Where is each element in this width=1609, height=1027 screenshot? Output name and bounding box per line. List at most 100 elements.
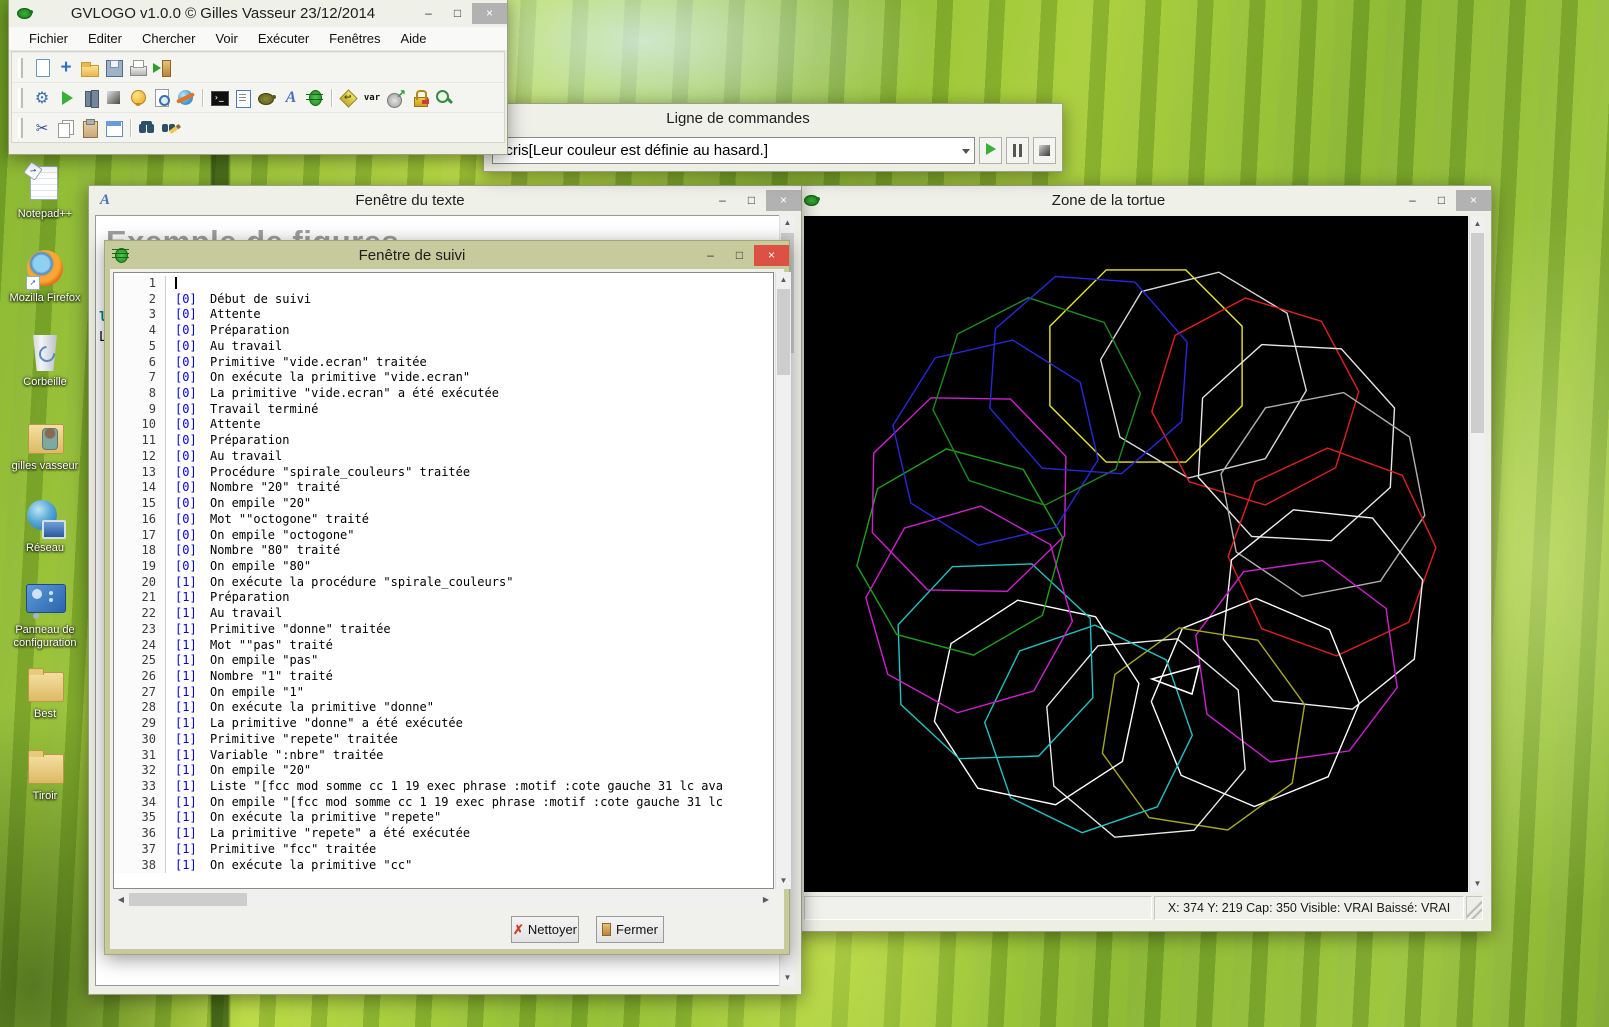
pause-command-button[interactable]: [1006, 137, 1029, 164]
menu-aide[interactable]: Aide: [390, 28, 436, 49]
var-icon[interactable]: [362, 88, 382, 108]
turtle-drawing-canvas[interactable]: [804, 216, 1468, 892]
command-input[interactable]: écris[Leur couleur est définie au hasard…: [493, 138, 974, 163]
fermer-button[interactable]: Fermer: [596, 916, 664, 943]
firefox-icon: [24, 248, 66, 290]
export-icon[interactable]: [386, 88, 406, 108]
menu-executer[interactable]: Exécuter: [248, 28, 319, 49]
stop-command-button[interactable]: [1033, 137, 1056, 164]
alarm-icon[interactable]: [128, 88, 148, 108]
menu-fichier[interactable]: Fichier: [19, 28, 78, 49]
scroll-down-icon[interactable]: ▼: [780, 970, 795, 986]
find-edit-icon[interactable]: [161, 118, 181, 138]
suivi-titlebar[interactable]: Fenêtre de suivi – □ ×: [105, 241, 789, 269]
console-icon[interactable]: [209, 88, 229, 108]
scroll-thumb[interactable]: [129, 893, 247, 906]
desktop-icon-panneau[interactable]: Panneau de configuration: [4, 580, 86, 650]
suivi-vscrollbar[interactable]: ▲ ▼: [775, 272, 791, 889]
desktop-icon-best[interactable]: Best: [4, 664, 86, 721]
lock-icon[interactable]: [410, 88, 430, 108]
toolbar-grip[interactable]: [18, 88, 23, 108]
desktop-icon-notepadpp[interactable]: Notepad++: [4, 164, 86, 221]
resize-grip[interactable]: [1466, 896, 1483, 920]
copy-icon[interactable]: [56, 118, 76, 138]
open-icon[interactable]: [80, 58, 100, 78]
maximize-button[interactable]: □: [443, 3, 472, 24]
close-button[interactable]: ×: [754, 245, 789, 266]
desktop-icon-firefox[interactable]: Mozilla Firefox: [4, 248, 86, 305]
tortue-vscrollbar[interactable]: ▲ ▼: [1469, 216, 1485, 892]
texte-titlebar[interactable]: Fenêtre du texte – □ ×: [89, 186, 801, 214]
scroll-down-icon[interactable]: ▼: [1470, 876, 1485, 892]
web-icon[interactable]: [176, 88, 196, 108]
trace-console[interactable]: 12[0]Début de suivi3[0]Attente4[0]Prépar…: [113, 272, 774, 889]
toolbar-grip[interactable]: [18, 118, 23, 138]
paste-icon[interactable]: [80, 118, 100, 138]
scroll-left-icon[interactable]: ◀: [113, 895, 129, 904]
command-combobox[interactable]: écris[Leur couleur est définie au hasard…: [492, 137, 975, 164]
nettoyer-button[interactable]: ✗Nettoyer: [511, 916, 579, 943]
menu-voir[interactable]: Voir: [205, 28, 247, 49]
run-icon[interactable]: [56, 88, 76, 108]
desktop-icon-gilles-vasseur[interactable]: gilles vasseur: [4, 416, 86, 473]
desktop-icon-reseau[interactable]: Réseau: [4, 498, 86, 555]
maximize-button[interactable]: □: [725, 245, 754, 266]
commandline-titlebar[interactable]: Ligne de commandes: [484, 104, 1062, 132]
preview-icon[interactable]: [152, 88, 172, 108]
close-button[interactable]: ×: [1456, 190, 1491, 211]
minimize-button[interactable]: –: [414, 3, 443, 24]
print-icon[interactable]: [128, 58, 148, 78]
run-command-button[interactable]: [979, 137, 1002, 164]
trace-line: 16[0]Mot ""octogone" traité: [114, 512, 773, 528]
minimize-button[interactable]: –: [1398, 190, 1427, 211]
maximize-button[interactable]: □: [737, 190, 766, 211]
scroll-thumb[interactable]: [1471, 233, 1484, 433]
desktop-icon-tiroir[interactable]: Tiroir: [4, 746, 86, 803]
scroll-down-icon[interactable]: ▼: [776, 873, 791, 889]
flow-icon[interactable]: [338, 88, 358, 108]
turtle-icon[interactable]: [257, 88, 277, 108]
toolbar-execution: [12, 82, 504, 112]
desktop-icon-label: Tiroir: [4, 790, 86, 803]
font-icon[interactable]: [281, 88, 301, 108]
menu-editer[interactable]: Editer: [78, 28, 132, 49]
trace-line: 27[1]On empile "1": [114, 685, 773, 701]
scroll-up-icon[interactable]: ▲: [776, 272, 791, 288]
cut-icon[interactable]: [32, 118, 52, 138]
scroll-right-icon[interactable]: ▶: [758, 895, 774, 904]
scroll-up-icon[interactable]: ▲: [1470, 216, 1485, 232]
trace-line: 29[1]La primitive "donne" a été exécutée: [114, 716, 773, 732]
debug-icon[interactable]: [305, 88, 325, 108]
trace-line: 28[1]On exécute la primitive "donne": [114, 700, 773, 716]
select-icon[interactable]: [104, 118, 124, 138]
minimize-button[interactable]: –: [696, 245, 725, 266]
chevron-down-icon[interactable]: [962, 149, 970, 158]
menu-chercher[interactable]: Chercher: [132, 28, 205, 49]
gvlogo-app-icon: [16, 4, 34, 22]
exit-icon[interactable]: [152, 58, 172, 78]
editor-icon[interactable]: [233, 88, 253, 108]
desktop-icon-label: Notepad++: [4, 208, 86, 221]
scroll-thumb[interactable]: [777, 289, 790, 375]
search-code-icon[interactable]: [434, 88, 454, 108]
scroll-up-icon[interactable]: ▲: [780, 215, 795, 231]
pause-icon[interactable]: [80, 88, 100, 108]
save-icon[interactable]: [104, 58, 124, 78]
menu-fenetres[interactable]: Fenêtres: [319, 28, 390, 49]
tortue-titlebar[interactable]: Zone de la tortue – □ ×: [796, 186, 1491, 214]
minimize-button[interactable]: –: [708, 190, 737, 211]
gvlogo-titlebar[interactable]: GVLOGO v1.0.0 © Gilles Vasseur 23/12/201…: [9, 0, 507, 27]
close-button[interactable]: ×: [472, 3, 507, 24]
trace-line: 35[1]On exécute la primitive "repete": [114, 810, 773, 826]
add-icon[interactable]: [56, 58, 76, 78]
find-icon[interactable]: [137, 118, 157, 138]
new-file-icon[interactable]: [32, 58, 52, 78]
close-button[interactable]: ×: [766, 190, 801, 211]
suivi-hscrollbar[interactable]: ◀ ▶: [113, 892, 774, 907]
toolbar-file: [12, 52, 504, 82]
desktop-icon-corbeille[interactable]: Corbeille: [4, 332, 86, 389]
toolbar-grip[interactable]: [18, 58, 23, 78]
maximize-button[interactable]: □: [1427, 190, 1456, 211]
settings-icon[interactable]: [32, 88, 52, 108]
stop-icon[interactable]: [104, 88, 124, 108]
